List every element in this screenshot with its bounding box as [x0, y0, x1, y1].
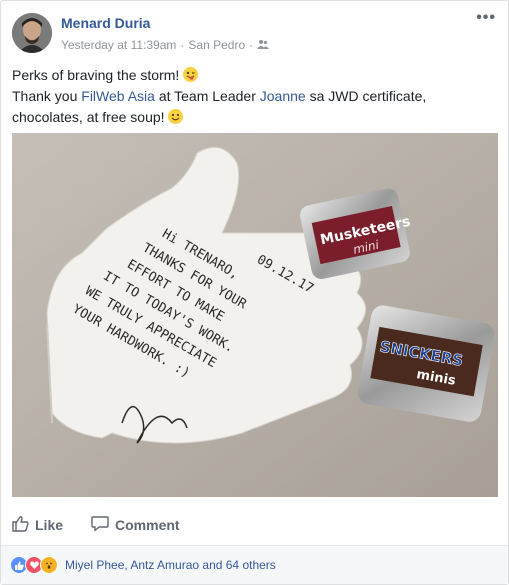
post-line-2a: Thank you: [12, 88, 82, 104]
post-line-1: Perks of braving the storm!: [12, 67, 180, 83]
like-button[interactable]: Like: [12, 515, 63, 535]
more-options-button[interactable]: •••: [476, 10, 496, 26]
reaction-icons[interactable]: [10, 556, 58, 574]
reactions-bar: Miyel Phee, Antz Amurao and 64 others: [1, 546, 508, 584]
post-photo[interactable]: 09.12.17 Hi TRENARO, THANKS FOR YOUR EFF…: [12, 133, 498, 497]
comment-label: Comment: [115, 517, 180, 533]
post-actions: Like Comment: [12, 515, 180, 535]
comment-button[interactable]: Comment: [91, 515, 180, 535]
location-link[interactable]: San Pedro: [188, 38, 245, 52]
meta-separator: ·: [180, 38, 185, 52]
post-line-2b: at Team Leader: [154, 88, 260, 104]
reactions-summary[interactable]: Miyel Phee, Antz Amurao and 64 others: [65, 558, 276, 572]
like-label: Like: [35, 517, 64, 533]
author-name[interactable]: Menard Duria: [61, 15, 150, 31]
post-meta: Yesterday at 11:39am · San Pedro ·: [61, 38, 270, 52]
avatar[interactable]: [12, 13, 52, 53]
comment-bubble-icon: [91, 515, 109, 535]
post-line-2c: sa JWD certificate,: [305, 88, 427, 104]
mention-filweb-asia[interactable]: FilWeb Asia: [81, 88, 155, 104]
wow-reaction-icon: [40, 556, 58, 574]
mention-joanne[interactable]: Joanne: [260, 88, 306, 104]
audience-friends-icon[interactable]: [257, 38, 270, 52]
post-card: Menard Duria Yesterday at 11:39am · San …: [0, 0, 509, 585]
meta-separator-2: ·: [249, 38, 254, 52]
thumbs-up-icon: [12, 515, 29, 535]
timestamp-link[interactable]: Yesterday at 11:39am: [61, 38, 176, 52]
smile-emoji-icon: [168, 109, 184, 124]
post-line-3: chocolates, at free soup!: [12, 109, 165, 125]
tongue-wink-emoji-icon: [183, 67, 199, 82]
post-text: Perks of braving the storm! Thank you Fi…: [12, 65, 492, 128]
